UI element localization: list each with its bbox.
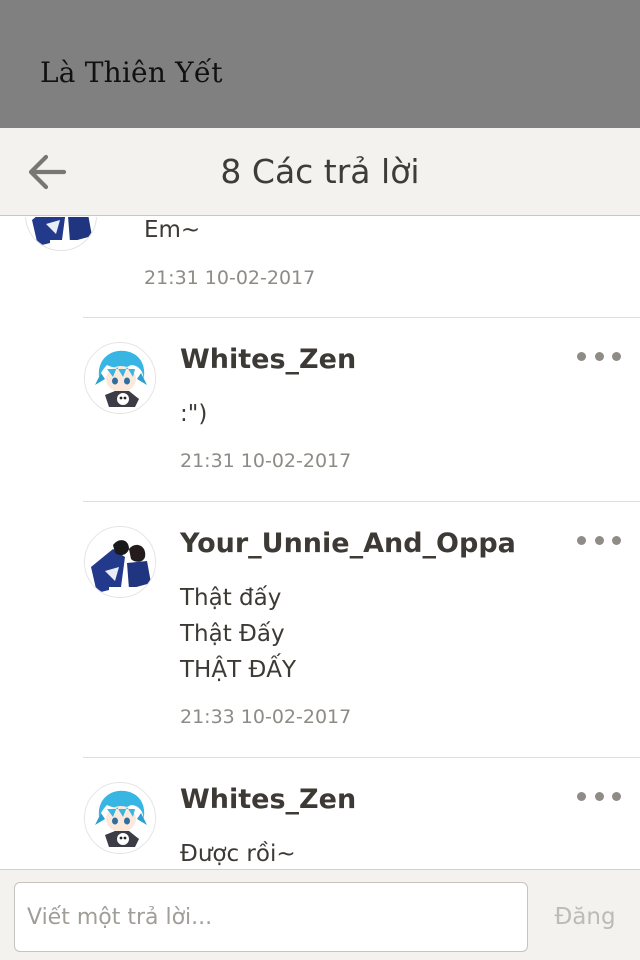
comment-timestamp: 21:31 10-02-2017 <box>144 267 316 289</box>
more-options-button[interactable] <box>577 344 621 368</box>
comment-text: Em~ <box>144 217 201 243</box>
reply-text: Thật đấy Thật Đấy THẬT ĐẤY <box>180 580 296 688</box>
dot-icon <box>612 791 621 801</box>
dot-icon <box>612 535 621 545</box>
story-title[interactable]: Là Thiên Yết <box>40 56 223 89</box>
dot-icon <box>577 351 586 361</box>
reply-item: Whites_Zen Được rồi~ <box>83 757 640 869</box>
reply-item: Your_Unnie_And_Oppa Thật đấy Thật Đấy TH… <box>83 501 640 757</box>
more-options-button[interactable] <box>577 528 621 552</box>
arrow-left-icon <box>28 154 67 190</box>
avatar[interactable] <box>84 782 156 854</box>
dot-icon <box>577 791 586 801</box>
username[interactable]: Your_Unnie_And_Oppa <box>180 528 516 559</box>
back-button[interactable] <box>18 146 74 198</box>
reply-timestamp: 21:31 10-02-2017 <box>180 450 352 472</box>
reply-line: THẬT ĐẤY <box>180 657 297 683</box>
reply-input[interactable] <box>14 882 528 952</box>
dot-icon <box>594 535 604 545</box>
reply-line: Thật đấy <box>180 585 282 611</box>
dot-icon <box>612 351 621 361</box>
post-button[interactable]: Đăng <box>540 882 630 952</box>
dot-icon <box>594 791 604 801</box>
avatar[interactable] <box>84 342 156 414</box>
reply-text: Được rồi~ <box>180 836 296 869</box>
reply-line: :") <box>180 401 208 427</box>
avatar[interactable] <box>25 217 97 251</box>
dot-icon <box>577 535 586 545</box>
reply-line: Thật Đấy <box>180 621 285 647</box>
story-header: Là Thiên Yết <box>0 0 640 128</box>
reply-text: :") <box>180 396 207 432</box>
more-options-button[interactable] <box>577 784 621 808</box>
reply-composer: Đăng <box>0 869 640 960</box>
username[interactable]: Whites_Zen <box>180 784 356 815</box>
avatar[interactable] <box>84 526 156 598</box>
reply-timestamp: 21:33 10-02-2017 <box>180 706 352 728</box>
reply-item: Whites_Zen :") 21:31 10-02-2017 <box>83 317 640 501</box>
reply-line: Được rồi~ <box>180 841 296 867</box>
nav-bar: 8 Các trả lời <box>0 128 640 216</box>
username[interactable]: Whites_Zen <box>180 344 356 375</box>
parent-comment: Em~ 21:31 10-02-2017 <box>0 217 640 317</box>
page-title: 8 Các trả lời <box>220 152 420 191</box>
reply-thread[interactable]: Em~ 21:31 10-02-2017 Whites_Zen :") 21:3… <box>0 217 640 869</box>
dot-icon <box>594 351 604 361</box>
